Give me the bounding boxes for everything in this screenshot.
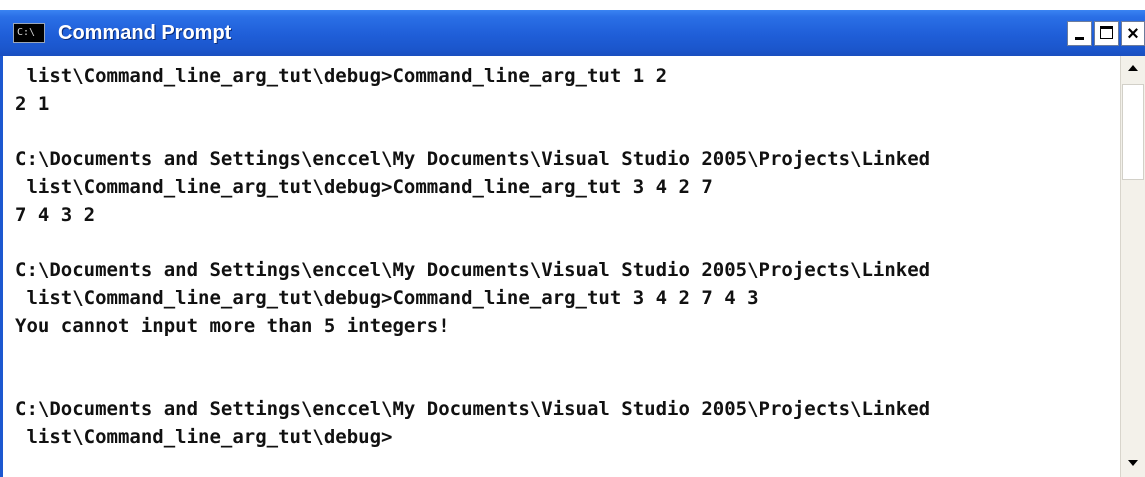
minimize-button[interactable]	[1067, 21, 1092, 46]
console-line: C:\Documents and Settings\enccel\My Docu…	[15, 148, 931, 170]
console-output[interactable]: list\Command_line_arg_tut\debug>Command_…	[0, 56, 1120, 477]
console-line: list\Command_line_arg_tut\debug>Command_…	[15, 176, 713, 198]
scroll-down-arrow-icon[interactable]	[1122, 452, 1144, 474]
console-line: C:\Documents and Settings\enccel\My Docu…	[15, 259, 931, 281]
console-line: C:\Documents and Settings\enccel\My Docu…	[15, 398, 931, 420]
cmd-window-icon[interactable]: C:\	[13, 23, 45, 43]
window-title: Command Prompt	[58, 22, 232, 44]
console-line: 7 4 3 2	[15, 204, 96, 226]
console-line: 2 1	[15, 93, 50, 115]
close-button[interactable]: ×	[1121, 21, 1145, 46]
close-icon: ×	[1127, 23, 1139, 45]
title-bar[interactable]: C:\ Command Prompt ×	[0, 10, 1145, 56]
command-prompt-window: C:\ Command Prompt × list\Command_line_a…	[0, 0, 1145, 477]
maximize-button[interactable]	[1094, 21, 1119, 46]
scroll-up-arrow-icon[interactable]	[1122, 58, 1144, 80]
console-line: list\Command_line_arg_tut\debug>Command_…	[15, 65, 668, 87]
scrollbar-thumb[interactable]	[1122, 84, 1144, 180]
console-line: list\Command_line_arg_tut\debug>Command_…	[15, 287, 759, 309]
minimize-icon	[1075, 37, 1084, 40]
console-line: You cannot input more than 5 integers!	[15, 315, 450, 337]
maximize-icon	[1100, 26, 1113, 39]
console-line: list\Command_line_arg_tut\debug>	[15, 426, 393, 448]
